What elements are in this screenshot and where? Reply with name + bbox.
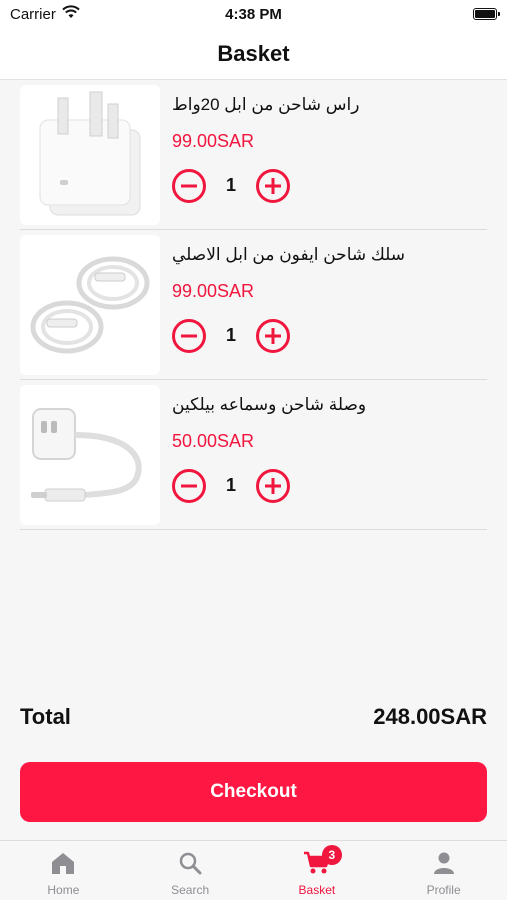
item-name: راس شاحن من ابل 20واط <box>172 94 360 114</box>
quantity-value: 1 <box>225 475 236 495</box>
increase-quantity-button[interactable] <box>256 168 290 203</box>
decrease-quantity-button[interactable] <box>172 318 206 353</box>
item-info: سلك شاحن ايفون من ابل الاصلي 99.00SAR 1 <box>172 235 487 375</box>
increase-quantity-button[interactable] <box>256 318 290 353</box>
item-name: سلك شاحن ايفون من ابل الاصلي <box>172 244 406 264</box>
power-adapter-icon <box>20 84 160 225</box>
basket-list: راس شاحن من ابل 20واط 99.00SAR 1 سلك شاح… <box>20 80 487 530</box>
quantity-stepper: 1 <box>172 168 290 203</box>
nav-bar: Basket <box>0 28 507 80</box>
home-icon <box>50 851 76 880</box>
quantity-stepper: 1 <box>172 318 290 353</box>
adapter-dongle-icon <box>20 384 160 525</box>
status-bar: Carrier 4:38 PM <box>0 0 507 28</box>
page-title: Basket <box>217 40 290 66</box>
tab-basket[interactable]: 3 Basket <box>254 841 381 900</box>
item-price: 50.00SAR <box>172 430 255 451</box>
cart-count-badge: 3 <box>321 845 342 865</box>
profile-icon <box>432 851 456 880</box>
tab-home[interactable]: Home <box>0 841 127 900</box>
basket-item[interactable]: راس شاحن من ابل 20واط 99.00SAR 1 <box>20 80 487 230</box>
decrease-quantity-button[interactable] <box>172 168 206 203</box>
tab-label: Home <box>47 883 80 897</box>
item-price: 99.00SAR <box>172 130 255 151</box>
item-info: وصلة شاحن وسماعه بيلكين 50.00SAR 1 <box>172 385 487 525</box>
tab-label: Profile <box>426 883 461 897</box>
decrease-quantity-button[interactable] <box>172 468 206 503</box>
quantity-stepper: 1 <box>172 468 290 503</box>
carrier-label: Carrier <box>10 5 56 23</box>
quantity-value: 1 <box>225 175 236 195</box>
tab-profile[interactable]: Profile <box>380 841 507 900</box>
item-name: وصلة شاحن وسماعه بيلكين <box>172 394 367 414</box>
tab-bar: Home Search 3 Basket Profile <box>0 840 507 900</box>
item-info: راس شاحن من ابل 20واط 99.00SAR 1 <box>172 85 487 225</box>
tab-label: Search <box>171 883 210 897</box>
quantity-value: 1 <box>225 325 236 345</box>
charging-cable-icon <box>20 234 160 375</box>
total-row: Total 248.00SAR <box>20 704 487 730</box>
status-left: Carrier <box>10 5 80 23</box>
item-price: 99.00SAR <box>172 280 255 301</box>
checkout-button[interactable]: Checkout <box>20 762 487 822</box>
total-label: Total <box>20 704 71 729</box>
battery-icon <box>473 8 500 20</box>
increase-quantity-button[interactable] <box>256 468 290 503</box>
tab-search[interactable]: Search <box>127 841 254 900</box>
total-value: 248.00SAR <box>373 704 487 729</box>
basket-item[interactable]: وصلة شاحن وسماعه بيلكين 50.00SAR 1 <box>20 380 487 530</box>
wifi-icon <box>62 5 80 23</box>
basket-item[interactable]: سلك شاحن ايفون من ابل الاصلي 99.00SAR 1 <box>20 230 487 380</box>
tab-label: Basket <box>298 883 336 897</box>
search-icon <box>178 851 202 880</box>
